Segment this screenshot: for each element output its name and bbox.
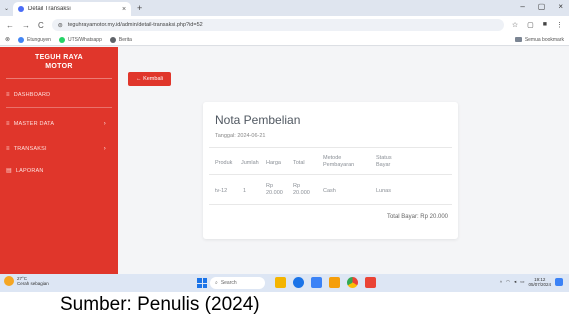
window-controls: – ▢ × [520, 2, 563, 11]
downloads-icon[interactable]: ▢ [527, 21, 534, 29]
weather-widget[interactable]: 27°C Cerah sebagian [4, 276, 49, 286]
figure-caption: Sumber: Penulis (2024) [60, 294, 260, 315]
edge-browser-icon[interactable] [293, 277, 304, 288]
bookmark-item[interactable]: Berita [109, 36, 132, 43]
favicon-icon [18, 6, 25, 12]
wifi-icon[interactable]: ◠ [506, 279, 510, 285]
sidebar-item-dashboard[interactable]: ≡ DASHBOARD [6, 92, 106, 98]
chrome-icon[interactable] [347, 277, 358, 288]
divider [209, 174, 452, 175]
cell-produk: tv-12 [215, 188, 228, 194]
volume-icon[interactable]: ◂ [514, 279, 516, 285]
bookmark-favicon-icon [109, 36, 116, 43]
new-tab-button[interactable]: + [137, 3, 142, 13]
clock[interactable]: 19:12 05/07/2024 [528, 277, 551, 287]
column-header-metode: Metode Pembayaran [323, 155, 355, 168]
store-icon[interactable] [311, 277, 322, 288]
tab-search-icon[interactable]: ⌄ [4, 5, 9, 12]
bookmark-favicon-icon [18, 36, 25, 43]
close-window-icon[interactable]: × [558, 2, 563, 11]
divider [6, 107, 112, 108]
taskbar-apps [275, 277, 376, 288]
chevron-right-icon: › [103, 146, 106, 152]
database-icon: ≡ [6, 121, 10, 127]
taskbar: 27°C Cerah sebagian ⌕ Search ^ ◠ ◂ ▭ 19:… [0, 274, 569, 292]
column-header-total: Total [293, 160, 305, 166]
apps-grid-icon[interactable]: ⊗ [5, 36, 10, 43]
menu-icon[interactable]: ⋮ [556, 21, 563, 29]
cell-harga: Rp 20.000 [266, 183, 283, 196]
cell-jumlah: 1 [243, 188, 247, 194]
sidebar-item-label: TRANSAKSI [13, 146, 47, 152]
transaction-icon: ≡ [6, 146, 10, 152]
column-header-harga: Harga [266, 160, 281, 166]
page-title: Nota Pembelian [215, 113, 301, 127]
sidebar-item-label: MASTER DATA [13, 121, 55, 127]
all-bookmarks[interactable]: Semua bookmark [514, 37, 564, 43]
weather-sun-icon [4, 276, 14, 286]
divider [209, 204, 452, 205]
browser-tab[interactable]: Detail Transaksi × [13, 2, 132, 16]
column-header-jumlah: Jumlah [241, 160, 259, 166]
brand-logo-text[interactable]: TEGUH RAYA MOTOR [0, 47, 118, 71]
sidebar-item-laporan[interactable]: ▤ LAPORAN [6, 167, 106, 175]
url-text: teguhrayamotor.my.id/admin/detail-transa… [67, 22, 203, 28]
total-amount: Total Bayar: Rp 20.000 [386, 214, 448, 220]
bookmark-star-icon[interactable]: ☆ [512, 21, 518, 29]
search-placeholder: Search [220, 280, 237, 286]
tab-close-icon[interactable]: × [122, 6, 126, 13]
app-icon[interactable] [365, 277, 376, 288]
dashboard-icon: ≡ [6, 92, 10, 98]
screenshot: ⌄ Detail Transaksi × + – ▢ × ← → C ⊜ teg… [0, 0, 569, 292]
sidebar-item-transaksi[interactable]: ≡ TRANSAKSI › [6, 146, 106, 152]
main-content: ← Kembali Nota Pembelian Tanggal: 2024-0… [118, 47, 569, 274]
bookmark-favicon-icon [58, 36, 65, 43]
forward-nav-icon[interactable]: → [22, 21, 30, 30]
sidebar-item-label: LAPORAN [15, 167, 44, 174]
divider [209, 147, 452, 148]
battery-icon[interactable]: ▭ [520, 279, 524, 285]
browser-tab-bar: ⌄ Detail Transaksi × + – ▢ × [0, 0, 569, 16]
weather-desc: Cerah sebagian [17, 281, 49, 286]
folder-app-icon[interactable] [329, 277, 340, 288]
column-header-produk: Produk [215, 160, 233, 166]
bookmark-item[interactable]: Etunguyen [18, 36, 51, 43]
chevron-right-icon: › [103, 121, 106, 127]
profile-icon[interactable]: ■ [543, 21, 547, 29]
site-info-icon[interactable]: ⊜ [58, 22, 63, 29]
back-button[interactable]: ← Kembali [128, 72, 171, 86]
bookmarks-bar: ⊗ Etunguyen UTS/Whatsapp Berita Semua bo… [0, 34, 569, 46]
address-bar-row: ← → C ⊜ teguhrayamotor.my.id/admin/detai… [0, 16, 569, 34]
system-tray: ^ ◠ ◂ ▭ 19:12 05/07/2024 [500, 277, 563, 287]
cell-status: Lunas [376, 188, 391, 194]
sidebar: TEGUH RAYA MOTOR ≡ DASHBOARD ≡ MASTER DA… [0, 47, 118, 274]
invoice-date: Tanggal: 2024-06-21 [215, 133, 266, 139]
search-icon: ⌕ [215, 280, 218, 286]
taskbar-search-input[interactable]: ⌕ Search [210, 277, 265, 289]
invoice-card: Nota Pembelian Tanggal: 2024-06-21 Produ… [203, 102, 458, 239]
minimize-icon[interactable]: – [520, 2, 524, 11]
tab-title: Detail Transaksi [28, 6, 71, 12]
maximize-icon[interactable]: ▢ [538, 2, 546, 11]
tray-chevron-icon[interactable]: ^ [500, 280, 502, 285]
divider [6, 78, 112, 79]
url-input[interactable]: ⊜ teguhrayamotor.my.id/admin/detail-tran… [51, 19, 504, 31]
windows-start-icon[interactable] [197, 278, 207, 288]
folder-icon [514, 37, 522, 42]
file-explorer-icon[interactable] [275, 277, 286, 288]
sidebar-item-label: DASHBOARD [13, 92, 51, 98]
notification-icon[interactable] [555, 278, 563, 286]
back-nav-icon[interactable]: ← [6, 21, 14, 30]
report-icon: ▤ [6, 168, 12, 174]
column-header-status: Status Bayar [376, 155, 392, 168]
bookmark-item[interactable]: UTS/Whatsapp [58, 36, 102, 43]
reload-icon[interactable]: C [38, 21, 44, 30]
browser-actions: ☆ ▢ ■ ⋮ [512, 21, 563, 29]
sidebar-item-master-data[interactable]: ≡ MASTER DATA › [6, 121, 106, 127]
cell-metode: Cash [323, 188, 336, 194]
cell-total: Rp 20.000 [293, 183, 310, 196]
